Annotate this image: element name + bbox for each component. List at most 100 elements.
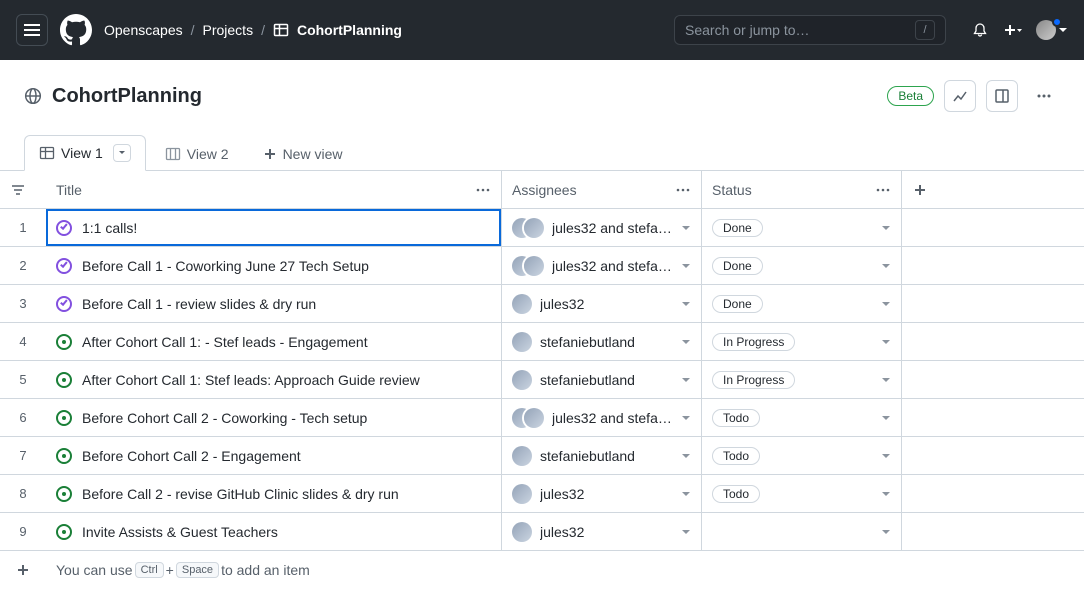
assignees-cell[interactable]: jules32 and stefani… [502,247,702,284]
title-cell[interactable]: Before Cohort Call 2 - Engagement [46,437,502,474]
assignee-avatar [512,446,532,466]
project-table: Title Assignees Status 11:1 calls!jules3… [0,171,1084,589]
chevron-down-icon[interactable] [881,375,891,385]
table-row[interactable]: 2Before Call 1 - Coworking June 27 Tech … [0,247,1084,285]
table-row[interactable]: 7Before Cohort Call 2 - Engagementstefan… [0,437,1084,475]
title-cell[interactable]: After Cohort Call 1: - Stef leads - Enga… [46,323,502,360]
tab-dropdown-icon[interactable] [113,144,131,162]
assignees-cell[interactable]: jules32 [502,513,702,550]
title-cell[interactable]: Invite Assists & Guest Teachers [46,513,502,550]
chevron-down-icon[interactable] [681,527,691,537]
add-column-button[interactable] [902,171,1084,208]
tab-label: New view [283,146,343,162]
status-cell[interactable]: Done [702,285,902,322]
assignee-names: stefaniebutland [540,334,635,350]
assignees-cell[interactable]: jules32 and stefani… [502,209,702,246]
chevron-down-icon[interactable] [881,261,891,271]
status-cell[interactable]: In Progress [702,361,902,398]
breadcrumb-org[interactable]: Openscapes [104,22,183,38]
chevron-down-icon[interactable] [681,337,691,347]
column-header-status[interactable]: Status [702,171,902,208]
title-cell[interactable]: Before Call 1 - Coworking June 27 Tech S… [46,247,502,284]
chevron-down-icon[interactable] [881,527,891,537]
table-row[interactable]: 8Before Call 2 - revise GitHub Clinic sl… [0,475,1084,513]
issue-title: 1:1 calls! [82,220,137,236]
add-item-row[interactable]: You can use Ctrl + Space to add an item [0,551,1084,589]
column-menu-icon[interactable] [475,182,491,198]
title-cell[interactable]: After Cohort Call 1: Stef leads: Approac… [46,361,502,398]
add-dropdown-icon[interactable] [1002,22,1022,38]
chevron-down-icon[interactable] [681,261,691,271]
insights-button[interactable] [944,80,976,112]
tab-view-2[interactable]: View 2 [150,137,244,170]
column-header-title[interactable]: Title [46,171,502,208]
chevron-down-icon[interactable] [881,223,891,233]
breadcrumb-projects[interactable]: Projects [203,22,254,38]
status-cell[interactable]: Done [702,247,902,284]
title-cell[interactable]: Before Cohort Call 2 - Coworking - Tech … [46,399,502,436]
more-button[interactable] [1028,80,1060,112]
chevron-down-icon[interactable] [681,299,691,309]
empty-cell [902,475,1084,512]
assignees-cell[interactable]: jules32 [502,285,702,322]
issue-title: Before Cohort Call 2 - Coworking - Tech … [82,410,367,426]
table-row[interactable]: 9Invite Assists & Guest Teachersjules32 [0,513,1084,551]
status-cell[interactable]: Todo [702,475,902,512]
breadcrumb-project[interactable]: CohortPlanning [297,22,402,38]
status-cell[interactable]: In Progress [702,323,902,360]
assignees-cell[interactable]: jules32 and stefani… [502,399,702,436]
table-row[interactable]: 6Before Cohort Call 2 - Coworking - Tech… [0,399,1084,437]
column-header-assignees[interactable]: Assignees [502,171,702,208]
panel-button[interactable] [986,80,1018,112]
kbd-space: Space [176,562,219,578]
tab-view-1[interactable]: View 1 [24,135,146,171]
notifications-icon[interactable] [972,22,988,38]
page-title: CohortPlanning [52,85,202,108]
status-cell[interactable]: Todo [702,399,902,436]
assignees-cell[interactable]: jules32 [502,475,702,512]
tab-new-view[interactable]: New view [248,137,358,170]
assignees-cell[interactable]: stefaniebutland [502,323,702,360]
table-row[interactable]: 11:1 calls!jules32 and stefani…Done [0,209,1084,247]
filter-header[interactable] [0,171,46,208]
status-cell[interactable] [702,513,902,550]
row-number: 2 [0,247,46,284]
project-header: CohortPlanning Beta [0,60,1084,112]
chevron-down-icon[interactable] [681,413,691,423]
issue-open-icon [56,334,72,350]
chevron-down-icon[interactable] [681,489,691,499]
assignees-cell[interactable]: stefaniebutland [502,361,702,398]
table-row[interactable]: 4After Cohort Call 1: - Stef leads - Eng… [0,323,1084,361]
chevron-down-icon[interactable] [881,451,891,461]
chevron-down-icon[interactable] [881,299,891,309]
table-row[interactable]: 3Before Call 1 - review slides & dry run… [0,285,1084,323]
chevron-down-icon[interactable] [881,489,891,499]
assignees-cell[interactable]: stefaniebutland [502,437,702,474]
status-cell[interactable]: Done [702,209,902,246]
title-cell[interactable]: Before Call 2 - revise GitHub Clinic sli… [46,475,502,512]
chevron-down-icon[interactable] [681,223,691,233]
table-row[interactable]: 5After Cohort Call 1: Stef leads: Approa… [0,361,1084,399]
search-input[interactable]: Search or jump to… / [674,15,946,45]
assignee-names: jules32 and stefani… [552,410,673,426]
status-cell[interactable]: Todo [702,437,902,474]
row-number: 8 [0,475,46,512]
issue-title: Invite Assists & Guest Teachers [82,524,278,540]
table-header-row: Title Assignees Status [0,171,1084,209]
chevron-down-icon[interactable] [881,413,891,423]
menu-button[interactable] [16,14,48,46]
chevron-down-icon[interactable] [681,375,691,385]
chevron-down-icon[interactable] [681,451,691,461]
github-logo-icon[interactable] [60,14,92,46]
column-menu-icon[interactable] [875,182,891,198]
assignee-avatar [524,218,544,238]
empty-cell [902,437,1084,474]
title-cell[interactable]: 1:1 calls! [46,209,502,246]
user-avatar-menu[interactable] [1036,20,1068,40]
top-bar: Openscapes / Projects / CohortPlanning S… [0,0,1084,60]
tab-label: View 1 [61,145,103,161]
chevron-down-icon[interactable] [881,337,891,347]
column-menu-icon[interactable] [675,182,691,198]
status-badge: In Progress [712,371,795,389]
title-cell[interactable]: Before Call 1 - review slides & dry run [46,285,502,322]
